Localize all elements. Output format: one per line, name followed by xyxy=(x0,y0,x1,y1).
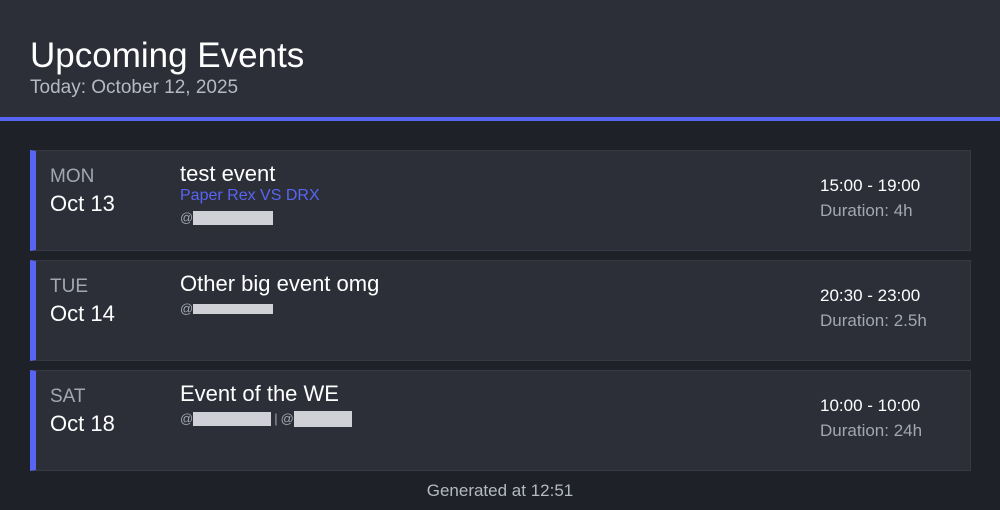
mention-prefix: @ xyxy=(280,411,294,426)
event-date: Oct 14 xyxy=(50,301,115,326)
event-duration: Duration: 4h xyxy=(820,201,913,220)
redacted-mention xyxy=(193,211,274,225)
event-time: 15:00 - 19:00 xyxy=(820,176,921,195)
event-mentions: @ | @ xyxy=(180,411,352,427)
event-date: Oct 18 xyxy=(50,411,115,436)
event-day-of-week: MON xyxy=(50,166,95,187)
mention-separator: | xyxy=(274,411,278,426)
event-day-of-week: TUE xyxy=(50,276,88,297)
event-list: MON Oct 13 test event Paper Rex VS DRX @… xyxy=(30,150,971,480)
redacted-mention xyxy=(193,304,274,314)
redacted-mention xyxy=(193,412,272,426)
event-day-of-week: SAT xyxy=(50,386,86,407)
page-title: Upcoming Events xyxy=(30,36,305,75)
event-time: 20:30 - 23:00 xyxy=(820,286,921,305)
event-duration: Duration: 2.5h xyxy=(820,311,927,330)
mention-prefix: @ xyxy=(180,301,194,316)
event-title: Event of the WE xyxy=(180,381,339,406)
event-duration: Duration: 24h xyxy=(820,421,923,440)
event-title: Other big event omg xyxy=(180,271,380,296)
page-header: Upcoming Events Today: October 12, 2025 xyxy=(0,0,1000,121)
generated-timestamp: Generated at 12:51 xyxy=(426,481,574,500)
event-title: test event xyxy=(180,161,276,186)
event-subtitle: Paper Rex VS DRX xyxy=(180,187,320,204)
mention-prefix: @ xyxy=(180,210,194,225)
event-time: 10:00 - 10:00 xyxy=(820,396,921,415)
event-date: Oct 13 xyxy=(50,191,115,216)
event-card[interactable]: TUE Oct 14 Other big event omg @ 20:30 -… xyxy=(30,260,971,361)
mention-prefix: @ xyxy=(180,411,194,426)
event-mentions: @ xyxy=(180,210,274,226)
redacted-mention xyxy=(293,411,352,427)
event-card[interactable]: MON Oct 13 test event Paper Rex VS DRX @… xyxy=(30,150,971,251)
event-card[interactable]: SAT Oct 18 Event of the WE @ | @ 10:00 -… xyxy=(30,370,971,471)
today-date: Today: October 12, 2025 xyxy=(30,77,239,98)
event-mentions: @ xyxy=(180,301,274,317)
